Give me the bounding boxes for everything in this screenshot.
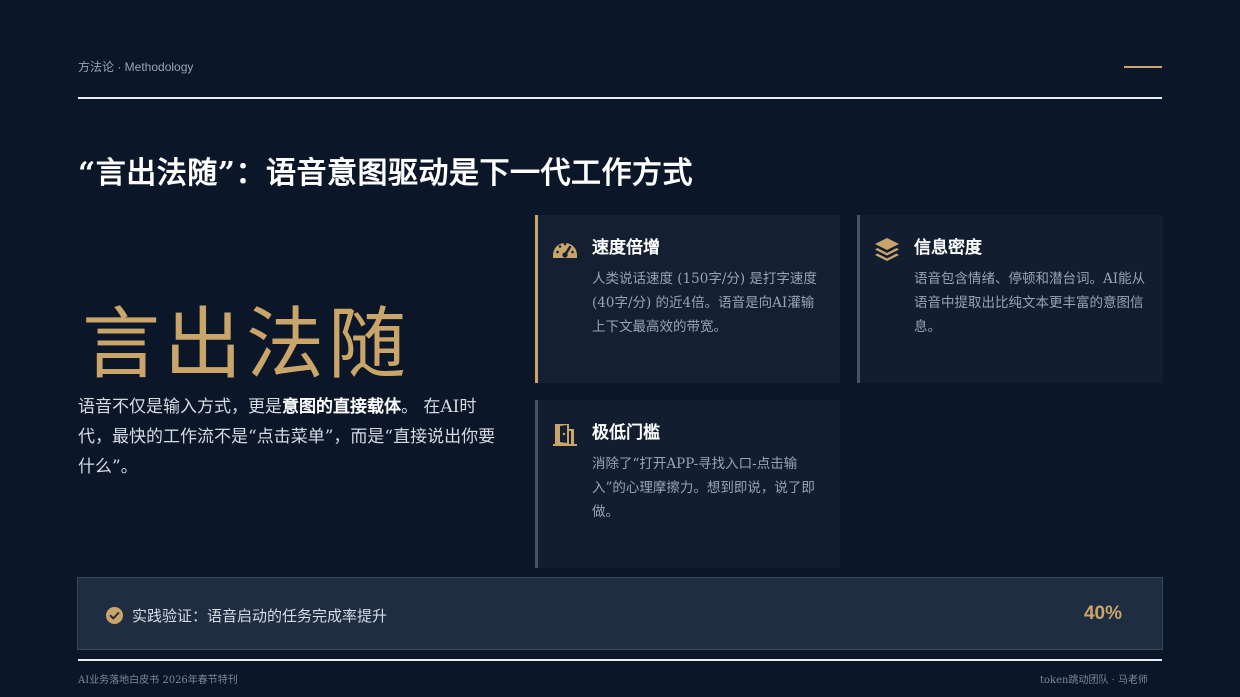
bottom-divider — [78, 659, 1162, 661]
card-low-barrier: 极低门槛 消除了“打开APP-寻找入口-点击输入”的心理摩擦力。想到即说，说了即… — [535, 400, 840, 568]
intro-paragraph: 语音不仅是输入方式，更是意图的直接载体。 在AI时代，最快的工作流不是“点击菜单… — [78, 392, 498, 482]
card-title: 速度倍增 — [592, 238, 660, 258]
top-divider — [78, 97, 1162, 99]
footer-author: token跳动团队 · 马老师 — [1040, 675, 1148, 686]
check-circle-icon — [106, 607, 123, 624]
intro-highlight: 意图的直接载体 — [282, 397, 401, 417]
intro-text-1: 语音不仅是输入方式，更是 — [78, 397, 282, 417]
card-body: 消除了“打开APP-寻找入口-点击输入”的心理摩擦力。想到即说，说了即做。 — [592, 456, 815, 520]
banner-value: 40% — [1083, 603, 1122, 624]
big-phrase: 言出法随 — [82, 300, 411, 390]
card-title: 极低门槛 — [592, 423, 660, 443]
card-title: 信息密度 — [914, 238, 982, 258]
card-body: 语音包含情绪、停顿和潜台词。AI能从语音中提取出比纯文本更丰富的意图信息。 — [914, 271, 1146, 335]
page-title: “言出法随”：语音意图驱动是下一代工作方式 — [78, 156, 694, 191]
banner-text: 实践验证：语音启动的任务完成率提升 — [132, 607, 388, 625]
section-label: 方法论 · Methodology — [78, 60, 194, 74]
layers-icon — [873, 235, 903, 265]
card-speed: 速度倍增 人类说话速度 (150字/分) 是打字速度 (40字/分) 的近4倍。… — [535, 215, 840, 383]
door-icon — [551, 420, 581, 450]
footer-publication: AI业务落地白皮书 2026年春节特刊 — [78, 675, 238, 686]
stat-banner: 实践验证：语音启动的任务完成率提升 40% — [77, 577, 1163, 650]
card-body: 人类说话速度 (150字/分) 是打字速度 (40字/分) 的近4倍。语音是向A… — [592, 271, 817, 335]
header-accent-line — [1124, 66, 1162, 68]
card-density: 信息密度 语音包含情绪、停顿和潜台词。AI能从语音中提取出比纯文本更丰富的意图信… — [857, 215, 1163, 383]
speedometer-icon — [551, 235, 581, 265]
